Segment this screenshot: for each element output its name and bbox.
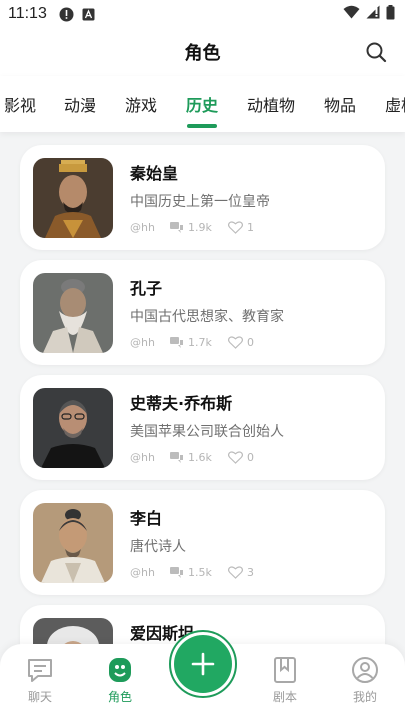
chat-bubbles-icon (170, 336, 183, 348)
tab-film[interactable]: 影视 (4, 92, 36, 116)
character-avatar (33, 158, 113, 238)
author-handle: @hh (130, 221, 155, 234)
alert-icon (59, 7, 74, 22)
nav-scripts[interactable]: 剧本 (255, 656, 315, 705)
character-meta: @hh 1.9k 1 (130, 221, 254, 234)
nav-mine[interactable]: 我的 (335, 656, 395, 705)
category-tabs: 影视 动漫 游戏 历史 动植物 物品 虚构 (0, 76, 405, 132)
search-icon[interactable] (365, 41, 387, 63)
create-button[interactable] (169, 630, 237, 698)
font-icon (82, 8, 95, 21)
tab-animals-plants[interactable]: 动植物 (247, 92, 295, 116)
tab-history[interactable]: 历史 (186, 92, 218, 116)
plus-icon (191, 652, 215, 676)
nav-chat[interactable]: 聊天 (10, 656, 70, 705)
character-name: 史蒂夫·乔布斯 (130, 394, 233, 413)
character-description: 美国苹果公司联合创始人 (130, 424, 284, 440)
page-title: 角色 (184, 43, 221, 64)
nav-characters[interactable]: 角色 (90, 656, 150, 705)
character-card[interactable]: 李白 唐代诗人 @hh 1.5k 3 (20, 490, 385, 595)
chat-bubbles-icon (170, 221, 183, 233)
character-meta: @hh 1.7k 0 (130, 336, 254, 349)
character-name: 孔子 (130, 279, 163, 298)
create-button-core[interactable] (174, 635, 232, 693)
view-count: 1.6k (170, 451, 228, 464)
character-avatar (33, 273, 113, 353)
status-bar: 11:13 (0, 0, 405, 28)
character-description: 中国历史上第一位皇帝 (130, 194, 270, 210)
wifi-icon (343, 5, 360, 23)
chat-bubbles-icon (170, 451, 183, 463)
battery-icon (386, 4, 395, 24)
character-card[interactable]: 孔子 中国古代思想家、教育家 @hh 1.7k 0 (20, 260, 385, 365)
status-time: 11:13 (8, 5, 47, 22)
like-count: 1 (228, 221, 254, 234)
heart-icon (228, 451, 243, 464)
heart-icon (228, 566, 243, 579)
chat-bubbles-icon (170, 566, 183, 578)
character-avatar (33, 388, 113, 468)
author-handle: @hh (130, 566, 155, 579)
character-description: 唐代诗人 (130, 539, 186, 555)
active-tab-indicator (187, 124, 217, 128)
bookmark-book-icon (274, 657, 296, 683)
tab-objects[interactable]: 物品 (324, 92, 356, 116)
app-header: 角色 (0, 28, 405, 76)
character-icon (109, 658, 131, 682)
heart-icon (228, 221, 243, 234)
character-description: 中国古代思想家、教育家 (130, 309, 284, 325)
tab-fiction[interactable]: 虚构 (385, 92, 405, 116)
author-handle: @hh (130, 336, 155, 349)
like-count: 3 (228, 566, 254, 579)
tab-games[interactable]: 游戏 (125, 92, 157, 116)
like-count: 0 (228, 451, 254, 464)
character-card[interactable]: 史蒂夫·乔布斯 美国苹果公司联合创始人 @hh 1.6k 0 (20, 375, 385, 480)
character-card[interactable]: 秦始皇 中国历史上第一位皇帝 @hh 1.9k 1 (20, 145, 385, 250)
character-name: 李白 (130, 509, 163, 528)
character-avatar (33, 503, 113, 583)
tab-anime[interactable]: 动漫 (64, 92, 96, 116)
character-meta: @hh 1.6k 0 (130, 451, 254, 464)
view-count: 1.5k (170, 566, 228, 579)
character-meta: @hh 1.5k 3 (130, 566, 254, 579)
profile-icon (352, 657, 378, 683)
view-count: 1.9k (170, 221, 228, 234)
view-count: 1.7k (170, 336, 228, 349)
author-handle: @hh (130, 451, 155, 464)
heart-icon (228, 336, 243, 349)
signal-icon (366, 5, 380, 23)
like-count: 0 (228, 336, 254, 349)
character-name: 秦始皇 (130, 164, 179, 183)
chat-icon (28, 659, 52, 682)
